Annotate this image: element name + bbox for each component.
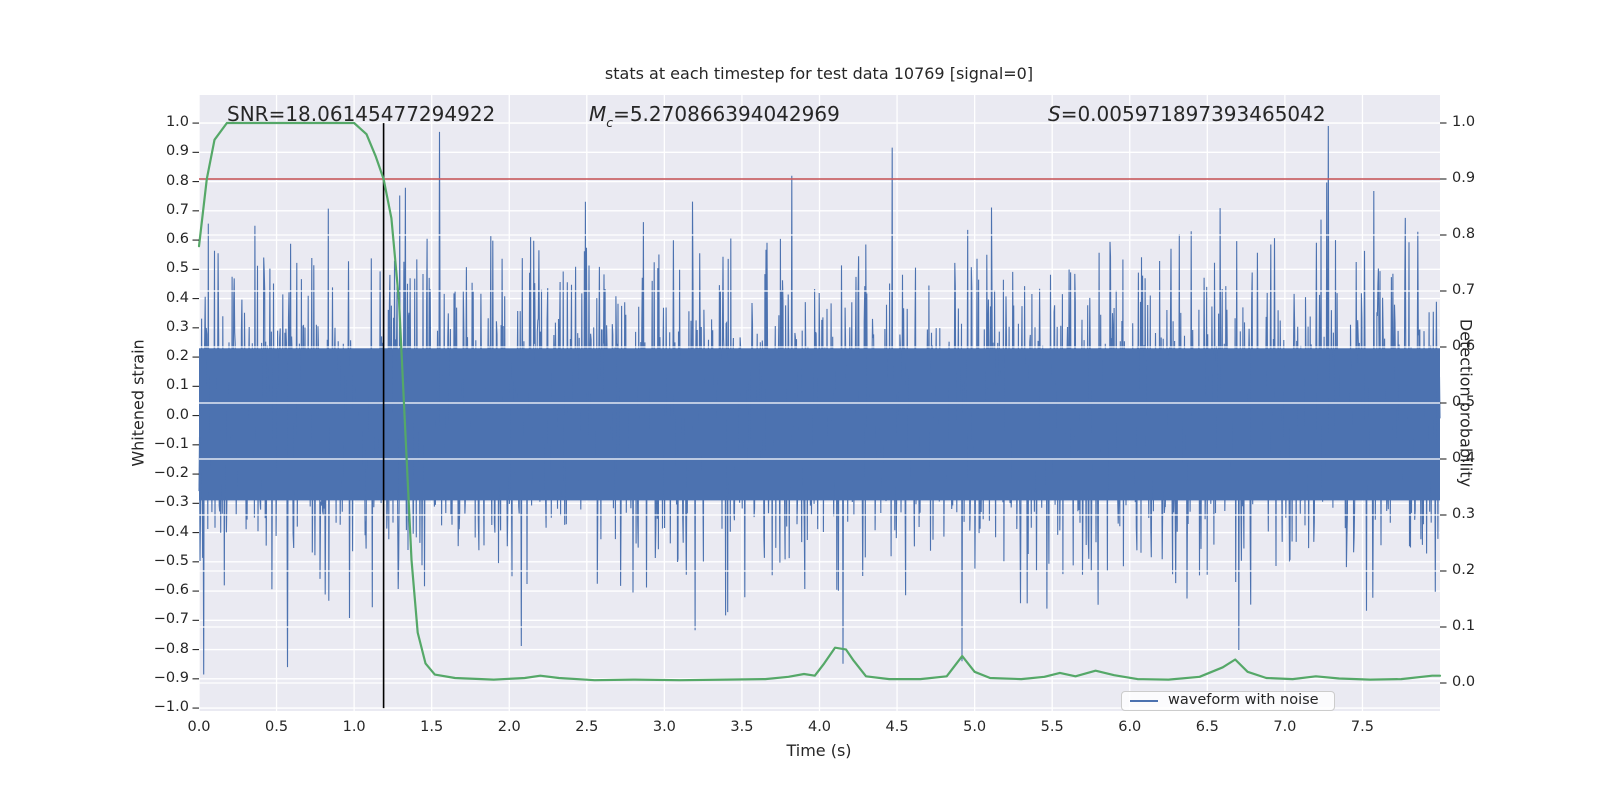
y-tick-label-left: 0.8	[165, 172, 189, 189]
y-tick-label-left: −0.5	[153, 552, 189, 569]
x-tick-label: 5.0	[963, 719, 987, 735]
y-tick-label-left: −0.6	[153, 582, 189, 599]
y-tick-label-left: −0.4	[153, 523, 189, 540]
x-tick-label: 6.5	[1195, 719, 1219, 735]
y-tick-label-right: 0.8	[1452, 226, 1476, 242]
annotation-mc-value: =5.270866394042969	[613, 102, 840, 126]
y-tick-label-left: −1.0	[153, 699, 189, 716]
y-tick-label-left: 0.3	[165, 318, 189, 335]
legend: waveform with noise	[1121, 691, 1335, 711]
annotation-mc-name: M	[589, 102, 607, 126]
y-tick-label-left: 0.2	[165, 348, 189, 365]
annotation-s: S=0.005971897393465042	[1048, 102, 1326, 126]
x-tick-label: 3.0	[652, 719, 676, 735]
annotation-mc-sub: c	[606, 114, 614, 130]
annotation-mc: Mc=5.270866394042969	[589, 102, 840, 130]
annotation-snr-name: SNR	[227, 102, 269, 126]
x-tick-label: 0.5	[265, 719, 289, 735]
y-tick-label-left: −0.3	[153, 494, 189, 511]
y-tick-label-left: −0.2	[153, 465, 189, 482]
y-tick-label-left: 0.5	[165, 260, 189, 277]
y-tick-label-right: 0.6	[1452, 338, 1476, 354]
y-tick-label-left: 0.4	[165, 289, 189, 306]
annotation-snr: SNR=18.06145477294922	[227, 102, 495, 126]
y-tick-label-right: 0.0	[1452, 674, 1476, 690]
y-tick-label-left: 0.9	[165, 143, 189, 160]
x-tick-label: 1.0	[342, 719, 366, 735]
x-tick-label: 4.0	[807, 719, 832, 735]
y-tick-label-right: 0.9	[1452, 170, 1476, 186]
y-tick-label-left: 0.0	[165, 406, 189, 423]
annotation-s-value: =0.005971897393465042	[1060, 102, 1326, 126]
x-tick-label: 5.5	[1040, 719, 1064, 735]
annotation-snr-value: =18.06145477294922	[268, 102, 496, 126]
y-tick-label-right: 0.5	[1452, 394, 1476, 410]
y-tick-label-left: 1.0	[165, 114, 189, 131]
x-tick-label: 1.5	[420, 719, 444, 735]
y-tick-label-right: 0.3	[1452, 506, 1476, 522]
x-tick-label: 2.5	[575, 719, 599, 735]
figure: stats at each timestep for test data 107…	[0, 0, 1600, 800]
x-tick-label: 6.0	[1118, 719, 1142, 735]
chart-title: stats at each timestep for test data 107…	[604, 64, 1034, 83]
x-tick-label: 3.5	[730, 719, 754, 735]
y-tick-label-right: 0.1	[1452, 618, 1476, 634]
x-tick-label: 2.0	[497, 719, 521, 735]
legend-line-swatch	[1130, 700, 1158, 702]
y-tick-label-left: −0.1	[153, 435, 189, 452]
x-axis-label: Time (s)	[786, 741, 852, 760]
y-tick-label-left: 0.6	[165, 231, 189, 248]
y-tick-label-left: 0.7	[165, 201, 189, 218]
x-tick-label: 7.0	[1273, 719, 1297, 735]
x-tick-label: 7.5	[1350, 719, 1374, 735]
y-tick-label-left: 0.1	[165, 377, 189, 394]
y-tick-label-left: −0.9	[153, 669, 189, 686]
legend-label: waveform with noise	[1168, 692, 1319, 708]
y-tick-label-left: −0.8	[153, 640, 189, 657]
y-tick-label-left: −0.7	[153, 611, 189, 628]
y-tick-label-right: 0.7	[1452, 282, 1476, 298]
annotation-s-name: S	[1048, 102, 1061, 126]
y-tick-label-right: 1.0	[1452, 114, 1476, 130]
x-tick-label: 4.5	[885, 719, 909, 735]
y-tick-label-right: 0.2	[1452, 562, 1476, 578]
y-tick-label-right: 0.4	[1452, 450, 1476, 466]
x-tick-label: 0.0	[187, 719, 211, 735]
